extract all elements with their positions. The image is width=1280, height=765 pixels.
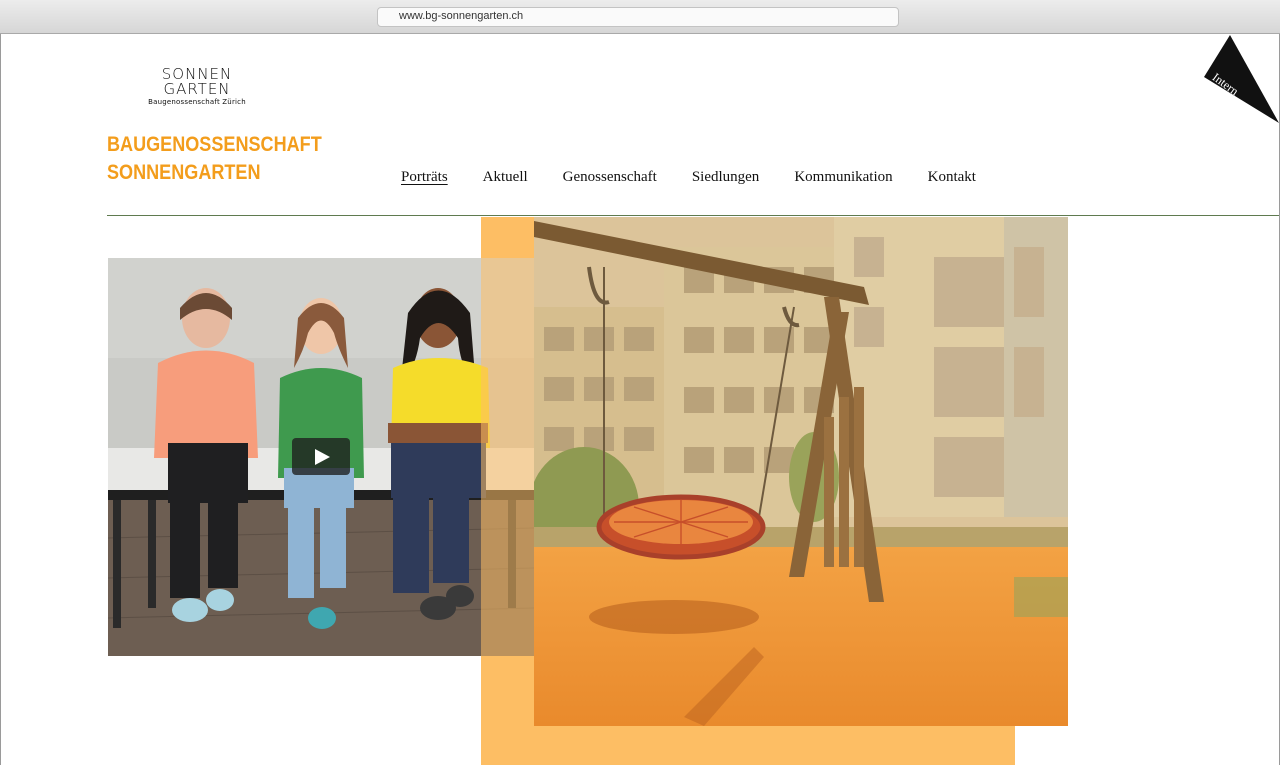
hero-photo [534,217,1068,726]
nav-item-genossenschaft[interactable]: Genossenschaft [563,169,657,186]
nav-item-siedlungen[interactable]: Siedlungen [692,169,760,186]
site-title-line-2: SONNENGARTEN [107,161,261,184]
browser-toolbar: www.bg-sonnengarten.ch [0,0,1280,34]
nav-item-kontakt[interactable]: Kontakt [928,169,976,186]
nav-item-aktuell[interactable]: Aktuell [483,169,528,186]
nav-item-portraets[interactable]: Porträts [401,169,448,186]
main-navigation: Porträts Aktuell Genossenschaft Siedlung… [401,169,1011,186]
header-divider [107,215,1279,216]
nav-item-kommunikation[interactable]: Kommunikation [794,169,892,186]
play-icon [315,449,330,465]
portrait-video[interactable] [108,258,534,656]
playground-swing-image [534,217,1068,726]
site-title-line-1: BAUGENOSSENSCHAFT [107,133,322,156]
logo-subtitle: Baugenossenschaft Zürich [148,98,246,106]
web-page: SONNEN GARTEN Baugenossenschaft Zürich B… [0,34,1280,765]
site-logo[interactable]: SONNEN GARTEN Baugenossenschaft Zürich [147,67,247,107]
site-title[interactable]: BAUGENOSSENSCHAFT SONNENGARTEN [107,131,322,187]
play-button[interactable] [292,438,350,475]
address-bar[interactable]: www.bg-sonnengarten.ch [377,7,899,27]
address-url: www.bg-sonnengarten.ch [399,10,524,22]
logo-line-2: GARTEN [163,80,231,98]
